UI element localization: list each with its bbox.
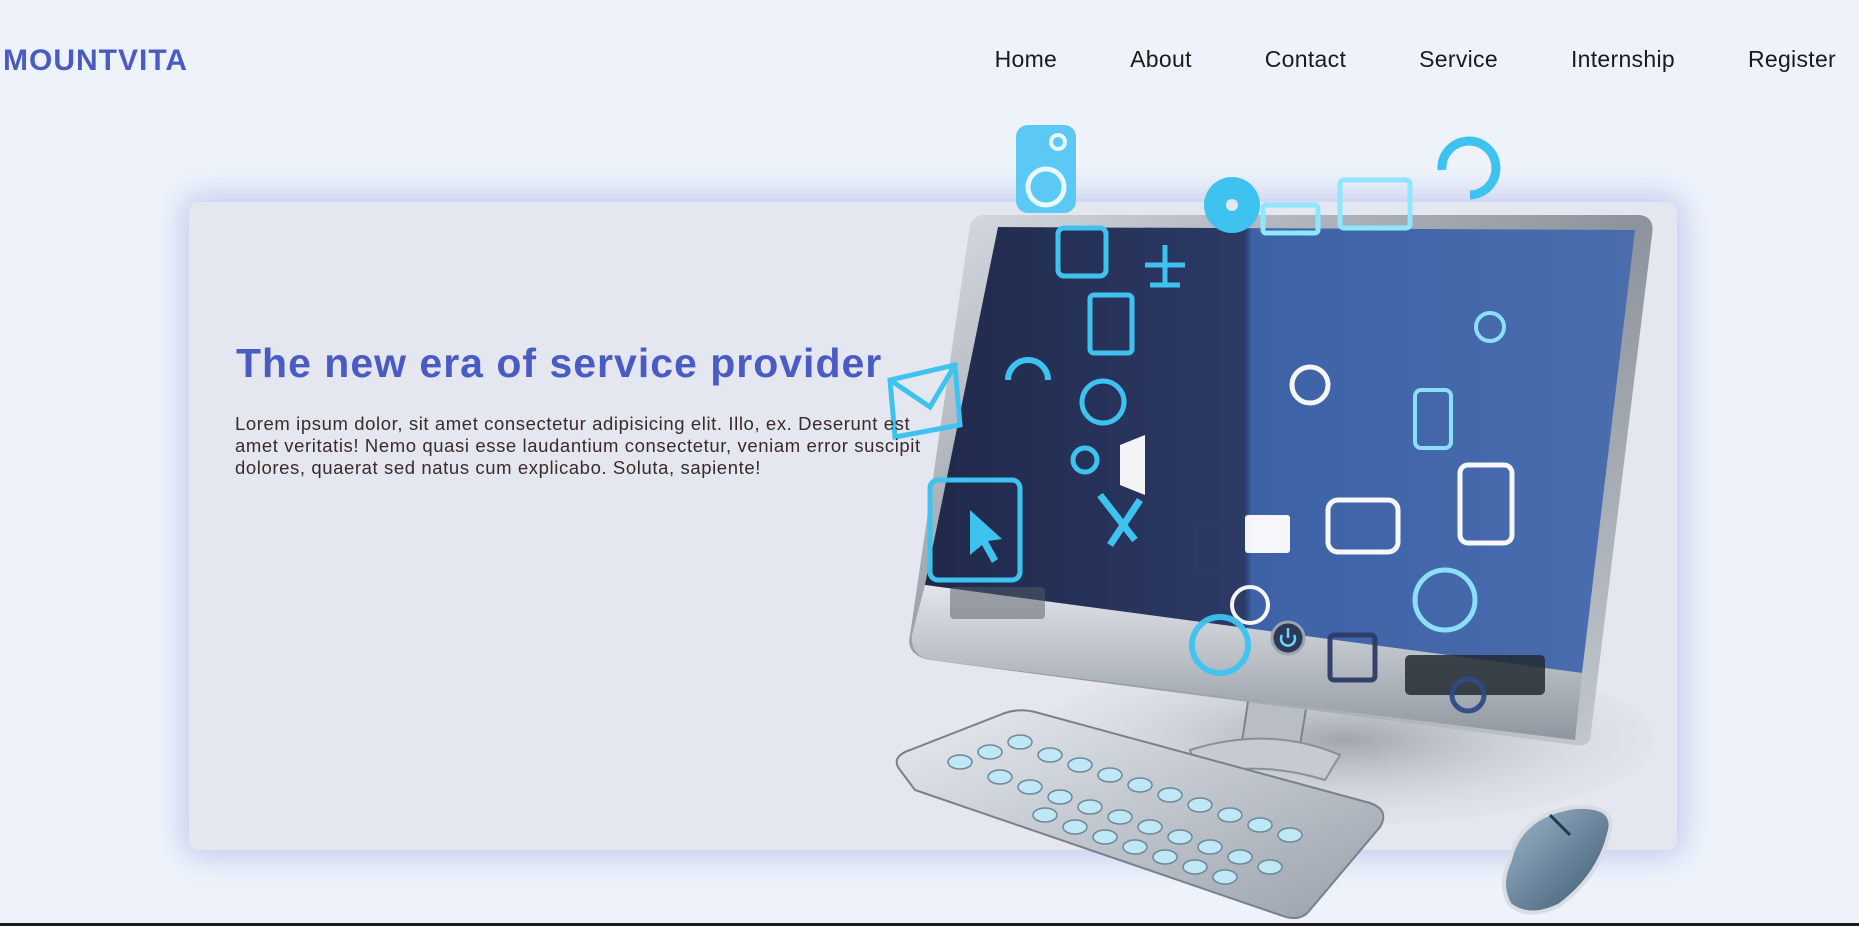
nav-link-home[interactable]: Home bbox=[995, 46, 1058, 73]
computer-illustration bbox=[887, 125, 1655, 920]
speaker-grille-right bbox=[1405, 655, 1545, 695]
nav-link-internship[interactable]: Internship bbox=[1571, 46, 1675, 73]
refresh-icon bbox=[1437, 136, 1501, 200]
navbar: MOUNTVITA Home About Contact Service Int… bbox=[0, 0, 1859, 120]
nav-link-contact[interactable]: Contact bbox=[1265, 46, 1346, 73]
speaker-grille-left bbox=[950, 587, 1045, 619]
nav-link-register[interactable]: Register bbox=[1748, 46, 1836, 73]
hero-title: The new era of service provider bbox=[236, 340, 883, 386]
hero-description: Lorem ipsum dolor, sit amet consectetur … bbox=[235, 413, 921, 478]
clapperboard-icon bbox=[1245, 515, 1290, 553]
nav-menu: Home About Contact Service Internship Re… bbox=[995, 46, 1836, 73]
nav-link-about[interactable]: About bbox=[1130, 46, 1192, 73]
nav-link-service[interactable]: Service bbox=[1419, 46, 1498, 73]
volume-icon bbox=[1120, 435, 1145, 495]
brand-logo[interactable]: MOUNTVITA bbox=[3, 44, 188, 78]
